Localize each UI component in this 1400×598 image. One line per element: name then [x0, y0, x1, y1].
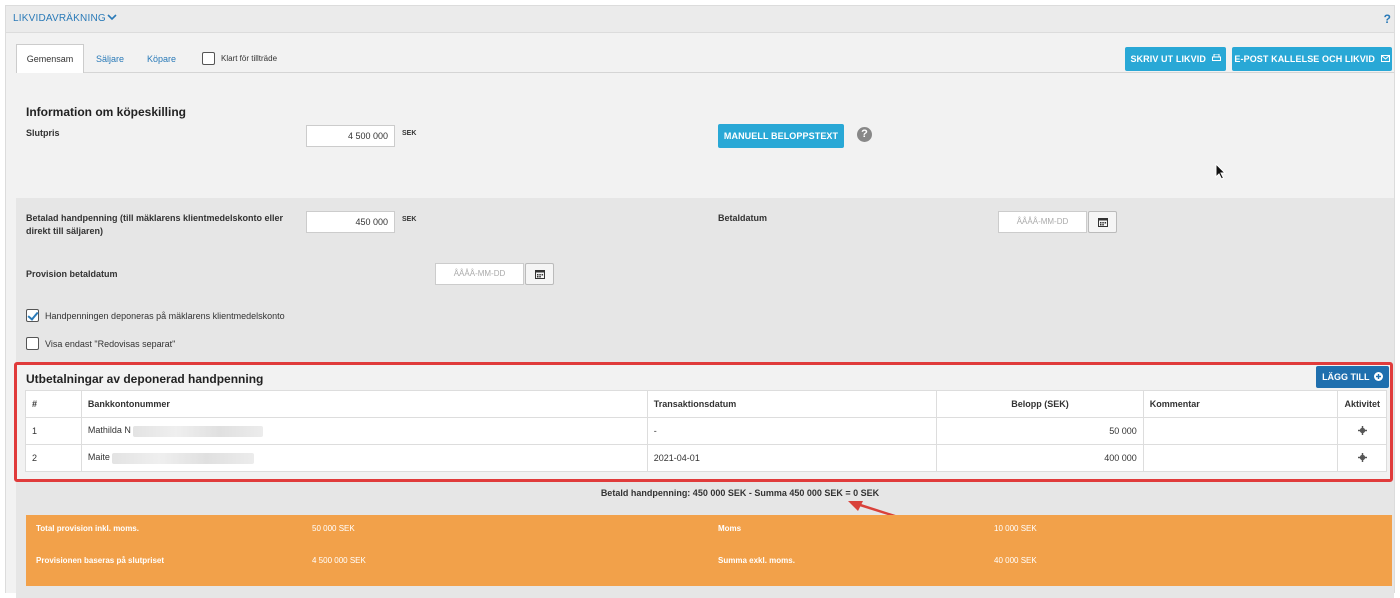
mouse-cursor-icon — [1215, 163, 1227, 180]
row-date: 2021-04-01 — [646, 444, 938, 472]
total-commission-label: Total provision inkl. moms. — [36, 524, 139, 533]
row-settings-button[interactable] — [1337, 444, 1387, 472]
pay-date-calendar-button[interactable] — [1088, 211, 1117, 233]
show-separate-label: Visa endast "Redovisas separat" — [45, 339, 176, 349]
table-row[interactable]: 1 Mathilda N - 50 000 — [25, 417, 1387, 445]
add-payout-label: LÄGG TILL — [1322, 372, 1370, 382]
purchase-info-title: Information om köpeskilling — [26, 105, 187, 119]
commission-basis-label: Provisionen baseras på slutpriset — [36, 556, 165, 565]
vat-value: 10 000 SEK — [994, 524, 1037, 533]
commission-basis-value: 4 500 000 SEK — [312, 556, 366, 565]
final-price-unit: SEK — [402, 130, 417, 137]
paid-deposit-unit: SEK — [402, 216, 417, 223]
row-account: Maite — [80, 444, 648, 472]
row-comment — [1142, 444, 1339, 472]
column-header-amount: Belopp (SEK) — [936, 390, 1144, 418]
redacted-account-number — [132, 425, 263, 437]
ready-checkbox[interactable] — [202, 52, 215, 65]
commission-date-input[interactable]: ÅÅÅÅ-MM-DD — [435, 263, 524, 285]
row-account: Mathilda N — [80, 417, 648, 445]
column-header-num: # — [25, 390, 82, 418]
ready-checkbox-label: Klart för tillträde — [221, 54, 278, 63]
printer-icon — [1211, 47, 1221, 71]
calendar-icon — [535, 270, 545, 279]
paid-deposit-label: Betalad handpenning (till mäklarens klie… — [26, 213, 284, 236]
pay-date-label: Betaldatum — [718, 213, 768, 223]
final-price-label: Slutpris — [26, 128, 60, 138]
vat-label: Moms — [718, 524, 742, 533]
column-header-date: Transaktionsdatum — [646, 390, 938, 418]
payouts-table: # Bankkontonummer Transaktionsdatum Belo… — [25, 390, 1387, 472]
table-header-row: # Bankkontonummer Transaktionsdatum Belo… — [25, 390, 1387, 418]
show-separate-checkbox[interactable] — [26, 337, 39, 350]
email-button[interactable]: E-POST KALLELSE OCH LIKVID — [1232, 47, 1392, 71]
add-payout-button[interactable]: LÄGG TILL — [1316, 366, 1389, 388]
row-amount: 50 000 — [936, 417, 1144, 445]
deposit-to-client-account-checkbox[interactable] — [26, 309, 39, 322]
table-row[interactable]: 2 Maite 2021-04-01 400 000 — [25, 444, 1387, 472]
row-amount: 400 000 — [936, 444, 1144, 472]
email-button-label: E-POST KALLELSE OCH LIKVID — [1234, 54, 1375, 64]
tab-buyer[interactable]: Köpare — [147, 54, 176, 64]
chevron-down-icon[interactable] — [106, 11, 118, 23]
envelope-icon — [1380, 47, 1390, 71]
gear-icon — [1357, 425, 1367, 435]
manual-amount-text-button[interactable]: MANUELL BELOPPSTEXT — [718, 124, 844, 148]
calendar-icon — [1098, 218, 1108, 227]
row-comment — [1142, 417, 1339, 445]
column-header-comment: Kommentar — [1142, 390, 1339, 418]
sum-excl-vat-value: 40 000 SEK — [994, 556, 1037, 565]
print-button-label: SKRIV UT LIKVID — [1130, 54, 1206, 64]
redacted-account-number — [111, 452, 254, 464]
deposit-summary: Betald handpenning: 450 000 SEK - Summa … — [600, 488, 880, 498]
pay-date-input[interactable]: ÅÅÅÅ-MM-DD — [998, 211, 1087, 233]
gear-icon — [1357, 452, 1367, 462]
total-commission-value: 50 000 SEK — [312, 524, 355, 533]
column-header-account: Bankkontonummer — [80, 390, 648, 418]
row-date: - — [646, 417, 938, 445]
commission-date-label: Provision betaldatum — [26, 269, 118, 279]
module-title[interactable]: LIKVIDAVRÄKNING — [13, 13, 106, 24]
account-name: Maite — [87, 452, 110, 463]
sum-excl-vat-label: Summa exkl. moms. — [718, 556, 795, 565]
paid-deposit-input[interactable]: 450 000 — [306, 211, 395, 233]
payouts-title: Utbetalningar av deponerad handpenning — [26, 372, 264, 386]
row-num: 1 — [25, 417, 82, 445]
row-settings-button[interactable] — [1337, 417, 1387, 445]
help-circle-icon[interactable]: ? — [857, 127, 872, 142]
print-button[interactable]: SKRIV UT LIKVID — [1125, 47, 1226, 71]
tab-divider — [16, 72, 1394, 73]
row-num: 2 — [25, 444, 82, 472]
column-header-activity: Aktivitet — [1337, 390, 1387, 418]
tab-common[interactable]: Gemensam — [16, 44, 84, 73]
commission-summary: Total provision inkl. moms. 50 000 SEK M… — [26, 515, 1392, 586]
help-icon[interactable]: ? — [1384, 12, 1391, 26]
deposit-to-client-account-label: Handpenningen deponeras på mäklarens kli… — [45, 311, 285, 321]
account-name: Mathilda N — [87, 425, 131, 436]
final-price-input[interactable]: 4 500 000 — [306, 125, 395, 147]
module-header: LIKVIDAVRÄKNING ? — [5, 5, 1395, 33]
tab-seller[interactable]: Säljare — [96, 54, 124, 64]
plus-circle-icon — [1373, 372, 1383, 381]
commission-date-calendar-button[interactable] — [525, 263, 554, 285]
